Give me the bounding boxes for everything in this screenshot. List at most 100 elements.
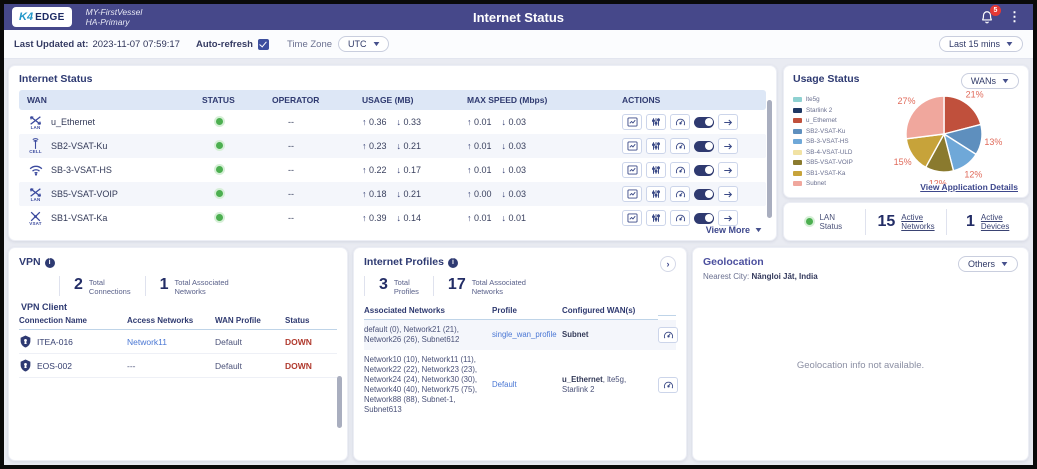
column-header: WAN Profile	[215, 316, 285, 330]
usage-chart-button[interactable]	[622, 162, 642, 178]
legend-label: u_Ethernet	[806, 117, 837, 124]
stat-label: TotalProfiles	[394, 276, 419, 296]
wan-enable-toggle[interactable]	[694, 213, 714, 224]
speed-test-button[interactable]	[658, 377, 678, 393]
table-row: default (0), Network21 (21), Network26 (…	[364, 320, 676, 350]
wan-details-button[interactable]	[718, 138, 738, 154]
speed-test-button[interactable]	[670, 114, 690, 130]
connection-name[interactable]: EOS-002	[19, 359, 127, 372]
table-scrollbar[interactable]	[767, 100, 772, 218]
pie-slice-label: 27%	[897, 96, 915, 106]
time-range-select[interactable]: Last 15 mins ▼	[939, 36, 1023, 52]
status-up-indicator	[216, 166, 223, 173]
wan-details-button[interactable]	[718, 210, 738, 226]
info-icon[interactable]: i	[448, 258, 458, 268]
vpn-title: VPNi	[19, 256, 337, 268]
speed-test-button[interactable]	[670, 138, 690, 154]
geolocation-title: Geolocation	[703, 256, 818, 268]
legend-swatch	[793, 129, 802, 134]
configure-button[interactable]	[646, 138, 666, 154]
stat-value: 2	[74, 276, 83, 294]
status-up-indicator	[216, 214, 223, 221]
usage-chart-button[interactable]	[622, 114, 642, 130]
status-up-indicator	[216, 142, 223, 149]
internet-profiles-card: Internet Profilesi › 3 TotalProfiles 17 …	[353, 247, 687, 461]
access-networks: ---	[127, 361, 215, 371]
speed-test-button[interactable]	[670, 210, 690, 226]
wan-cell[interactable]: VSAT SB1-VSAT-Ka	[19, 211, 194, 226]
time-zone-select[interactable]: UTC ▼	[338, 36, 389, 52]
wan-cell[interactable]: LAN u_Ethernet	[19, 115, 194, 130]
screen-frame: K4 EDGE MY-FirstVessel HA-Primary Intern…	[0, 0, 1037, 469]
usage-chart-button[interactable]	[622, 138, 642, 154]
usage-value: ↑ 0.22↓ 0.17	[354, 165, 459, 175]
usage-chart-button[interactable]	[622, 210, 642, 226]
pie-legend: lte5g Starlink 2 u_Ethernet SB2-VSAT-Ku …	[793, 96, 853, 187]
table-row: Network10 (10), Network11 (11), Network2…	[364, 350, 676, 420]
legend-label: SB2-VSAT-Ku	[806, 128, 845, 135]
wan-enable-toggle[interactable]	[694, 165, 714, 176]
wan-name: SB-3-VSAT-HS	[51, 165, 112, 175]
legend-item: SB1-VSAT-Ka	[793, 170, 853, 177]
chevron-down-icon: ▼	[754, 227, 764, 234]
column-header: Configured WAN(s)	[562, 302, 658, 320]
profile-link[interactable]: Default	[492, 380, 562, 390]
status-value: DOWN	[285, 337, 337, 347]
speed-test-button[interactable]	[658, 327, 678, 343]
active-networks-link[interactable]: 15 Active Networks	[865, 209, 947, 235]
configured-wans: u_Ethernet, lte5g, Starlink 2	[562, 375, 658, 395]
profiles-table-header: Associated NetworksProfileConfigured WAN…	[364, 302, 676, 320]
lan-icon: LAN	[27, 115, 44, 130]
table-row: LAN SB5-VSAT-VOIP -- ↑ 0.18↓ 0.21 ↑ 0.00…	[19, 182, 766, 206]
configure-button[interactable]	[646, 186, 666, 202]
pie-slice-label: 12%	[964, 170, 982, 180]
internet-status-table-header: WANSTATUSOPERATORUSAGE (MB)MAX SPEED (Mb…	[19, 90, 766, 110]
connection-name[interactable]: ITEA-016	[19, 335, 127, 348]
chevron-down-icon: ▼	[1000, 261, 1010, 268]
max-speed-value: ↑ 0.01↓ 0.03	[459, 165, 614, 175]
notifications-button[interactable]: 5	[980, 10, 994, 24]
legend-swatch	[793, 139, 802, 144]
view-more-button[interactable]: View More ▼	[706, 225, 762, 235]
operator-value: --	[264, 165, 354, 175]
speed-test-button[interactable]	[670, 186, 690, 202]
speed-test-button[interactable]	[670, 162, 690, 178]
legend-label: SB5-VSAT-VOIP	[806, 159, 853, 166]
max-speed-value: ↑ 0.01↓ 0.03	[459, 117, 614, 127]
wan-enable-toggle[interactable]	[694, 189, 714, 200]
legend-swatch	[793, 97, 802, 102]
wan-details-button[interactable]	[718, 186, 738, 202]
wan-cell[interactable]: SB-3-VSAT-HS	[19, 165, 194, 176]
configure-button[interactable]	[646, 210, 666, 226]
configure-button[interactable]	[646, 162, 666, 178]
geolocation-filter-select[interactable]: Others ▼	[958, 256, 1018, 272]
stat-value: 17	[448, 276, 466, 294]
info-icon[interactable]: i	[45, 258, 55, 268]
shield-icon	[19, 335, 32, 348]
stat-value: 1	[160, 276, 169, 294]
configure-button[interactable]	[646, 114, 666, 130]
associated-networks: Network10 (10), Network11 (11), Network2…	[364, 355, 492, 415]
wan-details-button[interactable]	[718, 114, 738, 130]
auto-refresh-checkbox[interactable]	[258, 39, 269, 50]
wan-enable-toggle[interactable]	[694, 117, 714, 128]
wan-enable-toggle[interactable]	[694, 141, 714, 152]
legend-swatch	[793, 160, 802, 165]
profile-link[interactable]: single_wan_profile	[492, 330, 562, 340]
wan-name: SB5-VSAT-VOIP	[51, 189, 118, 199]
wan-cell[interactable]: CELL SB2-VSAT-Ku	[19, 138, 194, 154]
configured-wans: Subnet	[562, 330, 658, 340]
chevron-down-icon: ▼	[1005, 41, 1015, 48]
overflow-menu-button[interactable]: ⋮	[1008, 12, 1021, 22]
operator-value: --	[264, 189, 354, 199]
vpn-scrollbar[interactable]	[337, 376, 342, 428]
expand-profiles-button[interactable]: ›	[660, 256, 676, 272]
associated-networks: default (0), Network21 (21), Network26 (…	[364, 325, 492, 345]
stat-value: 3	[379, 276, 388, 294]
active-devices-link[interactable]: 1 Active Devices	[946, 209, 1028, 235]
wan-details-button[interactable]	[718, 162, 738, 178]
access-networks[interactable]: Network11	[127, 337, 215, 347]
usage-chart-button[interactable]	[622, 186, 642, 202]
view-application-details-link[interactable]: View Application Details	[920, 182, 1018, 192]
wan-cell[interactable]: LAN SB5-VSAT-VOIP	[19, 187, 194, 202]
